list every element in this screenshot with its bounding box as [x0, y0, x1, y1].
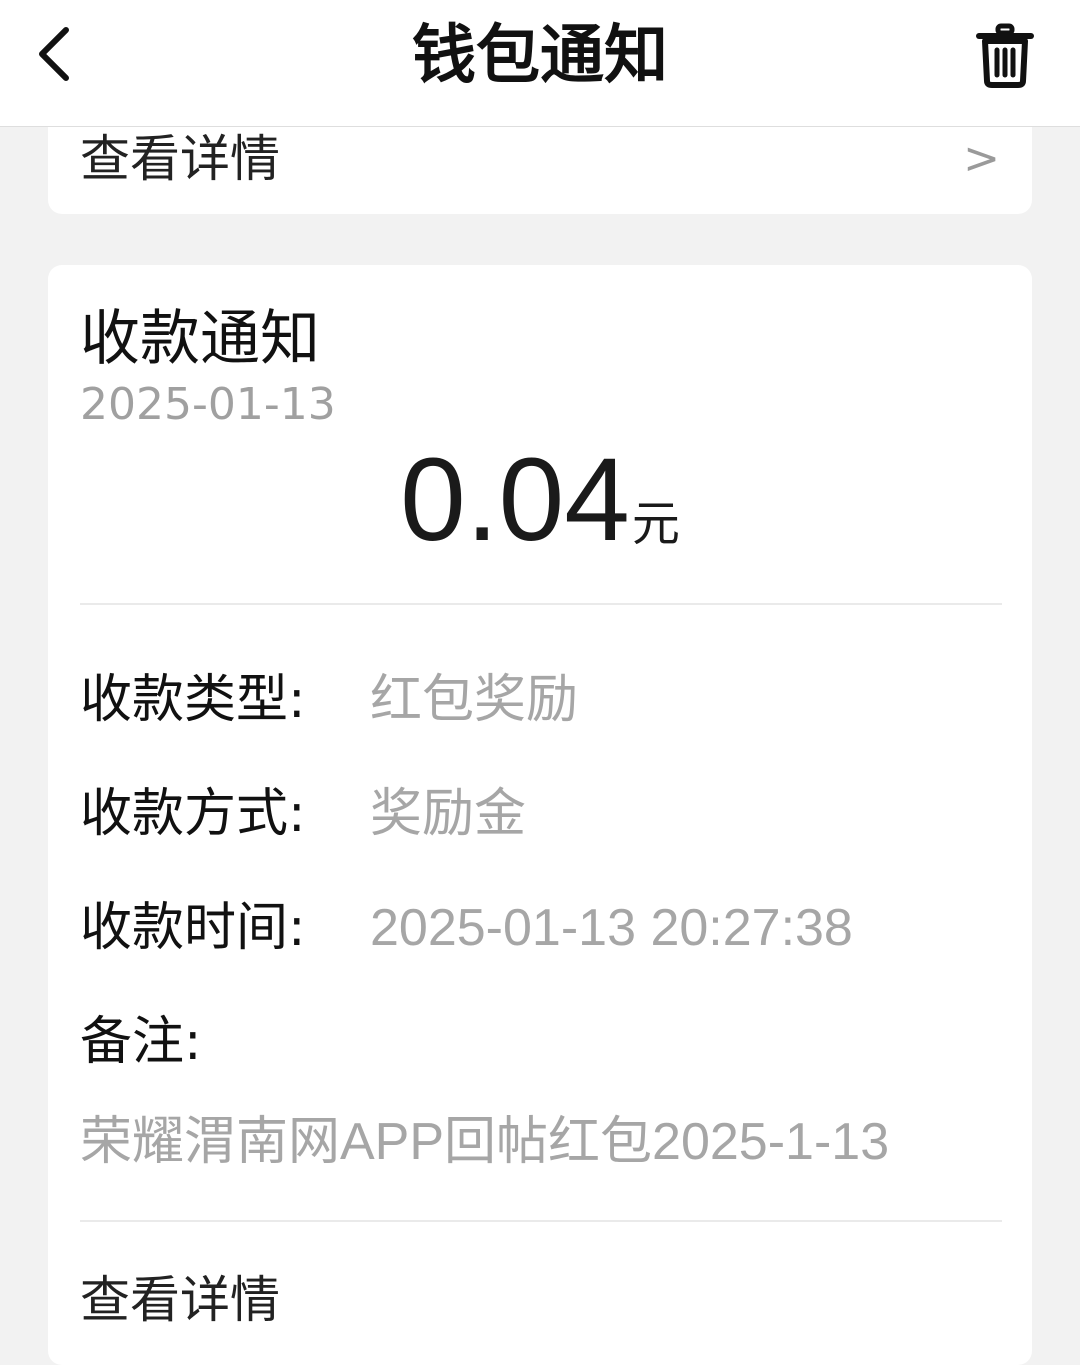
payment-method-label: 收款方式:	[80, 784, 306, 844]
remark-label: 备注:	[80, 1012, 202, 1072]
view-details-row[interactable]: 查看详情	[48, 1255, 1032, 1355]
app-header: 钱包通知	[0, 0, 1080, 127]
divider	[80, 1220, 1002, 1222]
delete-button[interactable]	[970, 20, 1040, 92]
page-title: 钱包通知	[412, 19, 668, 93]
view-details-label: 查看详情	[80, 1271, 280, 1329]
divider	[80, 603, 1002, 605]
payment-type-value: 红包奖励	[370, 671, 579, 729]
payment-type-label: 收款类型:	[80, 670, 306, 730]
notice-date: 2025-01-13	[80, 379, 336, 430]
amount-display: 0.04元	[48, 435, 1032, 565]
view-details-label: 查看详情	[80, 130, 280, 188]
chevron-right-icon: >	[963, 133, 1000, 184]
amount-value: 0.04	[400, 434, 630, 566]
payment-time-value: 2025-01-13 20:27:38	[370, 899, 853, 957]
view-details-row[interactable]: 查看详情 >	[48, 114, 1032, 214]
notice-title: 收款通知	[80, 304, 320, 374]
payment-time-label: 收款时间:	[80, 898, 306, 958]
amount-unit: 元	[631, 496, 680, 552]
payment-method-value: 奖励金	[370, 785, 527, 843]
payment-notice-card: 收款通知 2025-01-13 0.04元 收款类型: 红包奖励 收款方式: 奖…	[48, 265, 1032, 1365]
trash-icon	[976, 23, 1034, 88]
remark-value: 荣耀渭南网APP回帖红包2025-1-13	[80, 1113, 890, 1171]
